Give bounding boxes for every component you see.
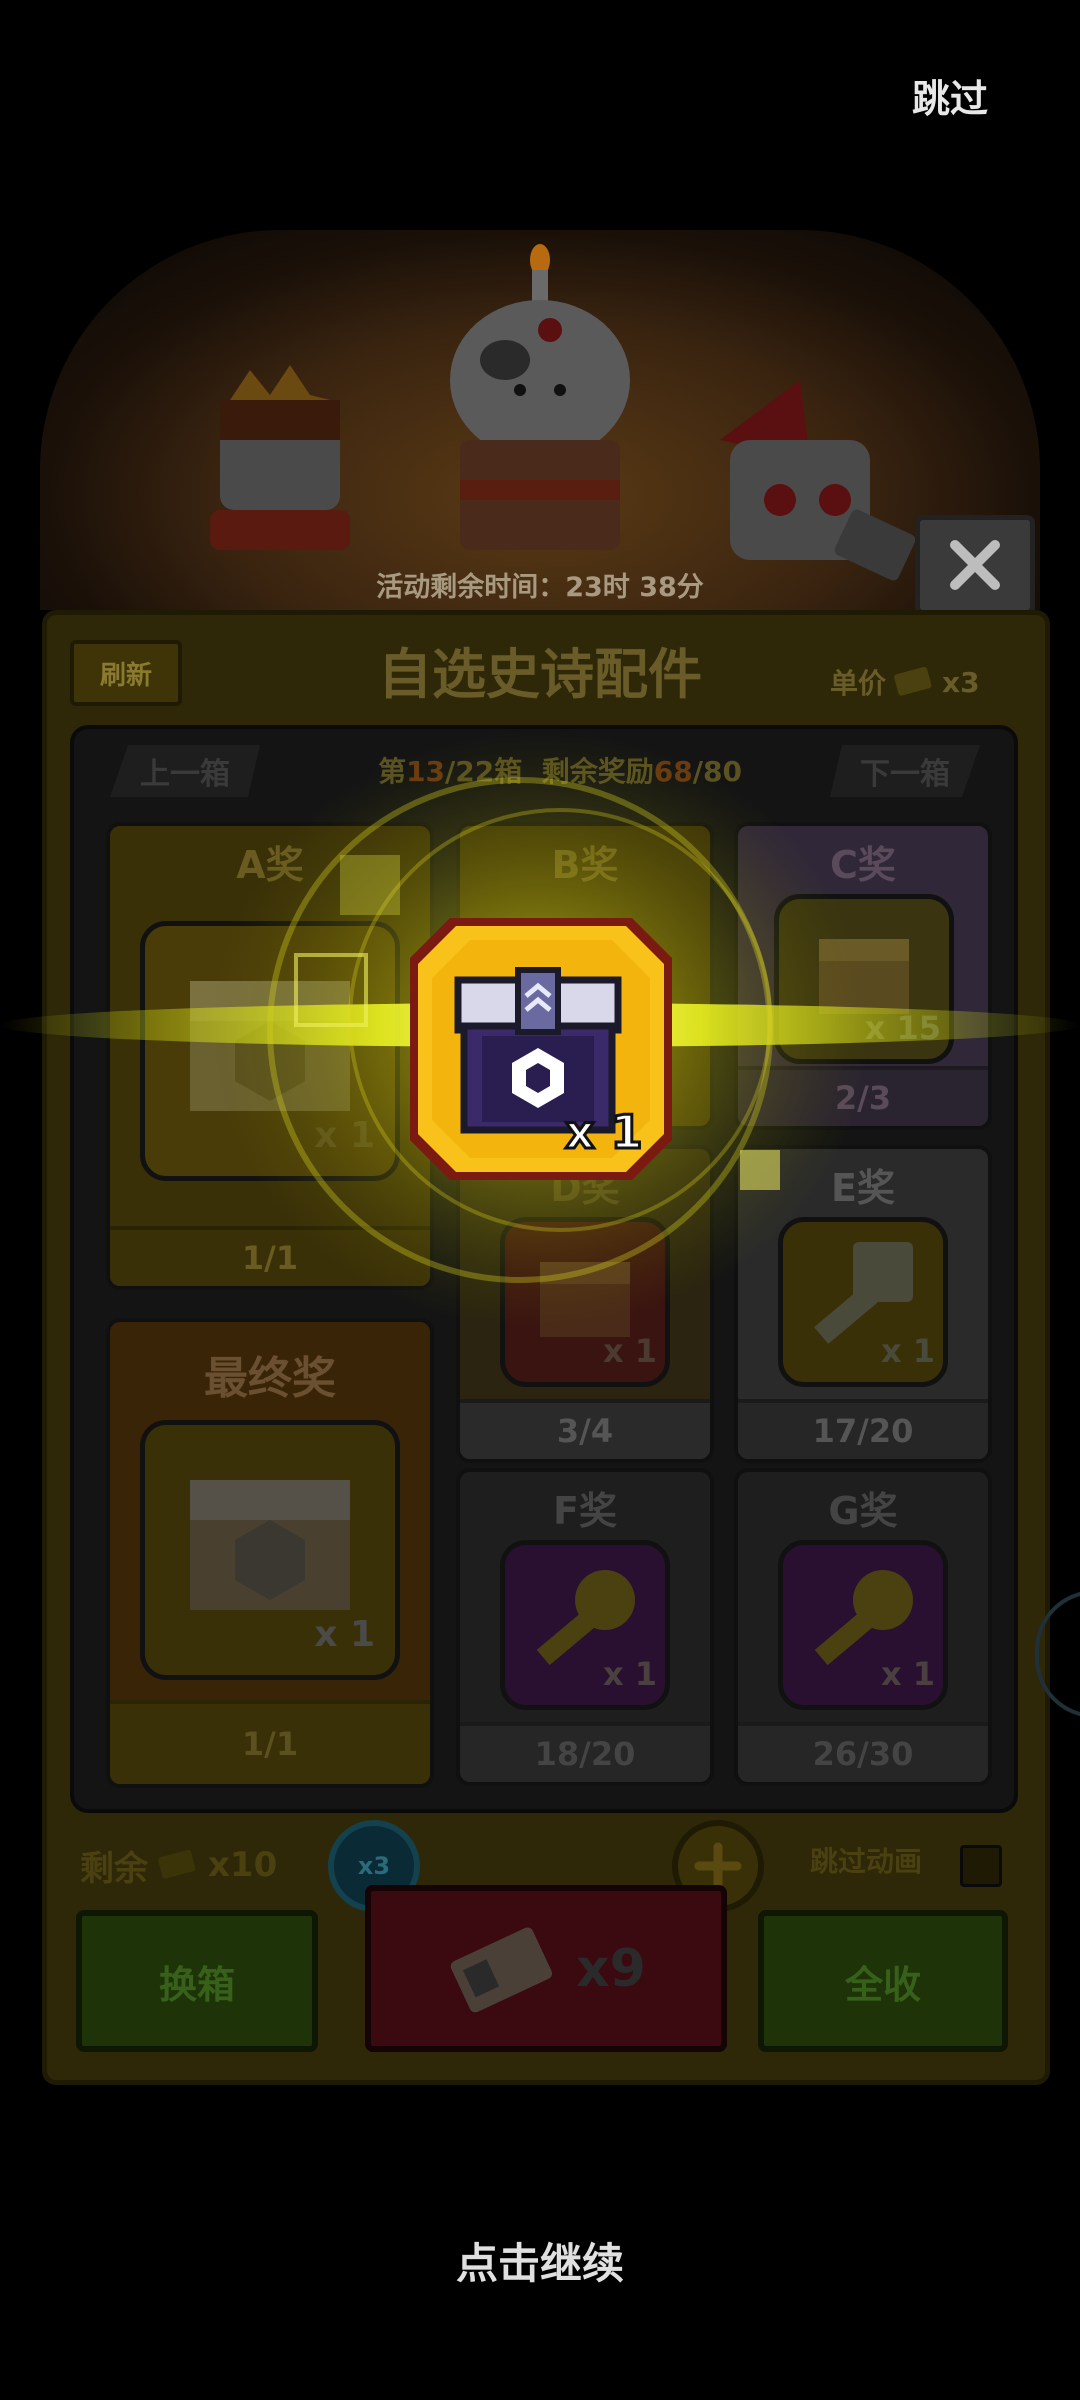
ticket-icon [894,666,932,696]
prize-name: F奖 [553,1489,617,1533]
prize-card-c[interactable]: C奖 x 15 2/3 [734,822,992,1130]
prize-name: 最终奖 [204,1353,336,1404]
prize-count: 2/3 [738,1066,988,1126]
prize-card-f[interactable]: F奖 x 1 18/20 [456,1468,714,1786]
cat-cake-icon [450,244,630,550]
prize-slot: x 1 [140,1420,400,1680]
collect-all-button[interactable]: 全收 [758,1910,1008,2052]
king-character-icon [210,365,350,550]
remain-total: /80 [692,755,742,788]
prize-card-a[interactable]: A奖 x 1 1/1 [106,822,434,1290]
skip-animation-label: 跳过动画 [810,1845,923,1878]
progress-prefix: 第 [378,755,407,788]
prev-box-button[interactable]: 上一箱 [110,745,260,797]
ticket-icon [158,1849,196,1879]
prize-qty: x 1 [602,1655,657,1693]
prize-count: 18/20 [460,1722,710,1782]
prize-slot: x 1 [778,1540,948,1710]
panel-title: 自选史诗配件 [378,643,702,706]
prize-card-g[interactable]: G奖 x 1 26/30 [734,1468,992,1786]
prize-qty: x 1 [602,1332,657,1370]
skip-button[interactable]: 跳过 [880,60,1020,130]
remain-prefix: 剩余奖励 [541,755,654,788]
box-current: 13 [406,755,446,788]
prize-qty: x 1 [880,1655,935,1693]
prize-count: 17/20 [738,1399,988,1459]
remain-qty: x10 [208,1845,278,1885]
refresh-button[interactable]: 刷新 [70,640,182,706]
next-box-button[interactable]: 下一箱 [830,745,980,797]
prize-slot: x 1 [140,921,400,1181]
box-total: /22箱 [445,755,523,788]
prize-slot: x 15 [774,894,954,1064]
prize-count: 1/1 [110,1226,430,1286]
prize-qty: x 15 [864,1009,941,1047]
draw-button[interactable]: x9 [365,1885,727,2052]
remaining-tickets: 剩余 x10 [80,1840,320,1890]
event-timer: 活动剩余时间：23时 38分 [376,572,704,603]
prize-card-final[interactable]: 最终奖 x 1 1/1 [106,1318,434,1788]
reward-qty: x 1 [564,1104,645,1161]
prize-count: 26/30 [738,1722,988,1782]
prize-card-d[interactable]: D奖 x 1 3/4 [456,1145,714,1463]
skip-animation-checkbox[interactable] [960,1845,1002,1887]
prize-slot: x 1 [500,1540,670,1710]
remain-current: 68 [653,755,693,788]
unit-price-label: 单价 [830,667,887,700]
unit-price-qty: x3 [942,665,980,699]
prize-name: B奖 [551,843,619,887]
tap-to-continue[interactable]: 点击继续 [340,2230,740,2290]
swap-box-button[interactable]: 换箱 [76,1910,318,2052]
prize-count: 3/4 [460,1399,710,1459]
prize-card-e[interactable]: E奖 x 1 17/20 [734,1145,992,1463]
remain-label: 剩余 [80,1848,148,1889]
prize-slot: x 1 [500,1217,670,1387]
prize-slot: x 1 [778,1217,948,1387]
prize-name: A奖 [236,843,304,887]
close-button[interactable] [915,515,1035,615]
prize-name: C奖 [830,843,896,887]
plus-icon [694,1842,742,1890]
prize-name: G奖 [828,1489,898,1533]
prize-qty: x 1 [880,1332,935,1370]
prize-qty: x 1 [314,1614,375,1655]
draw-qty: x9 [576,1938,646,1999]
prize-name: E奖 [831,1166,895,1210]
box-progress: 第13/22箱 剩余奖励68/80 [340,750,780,794]
prize-qty: x 1 [314,1115,375,1156]
close-icon [950,540,1000,590]
prize-count: 1/1 [110,1700,430,1784]
ticket-icon [450,1926,553,2012]
unit-price: 单价 x3 [830,660,1010,704]
